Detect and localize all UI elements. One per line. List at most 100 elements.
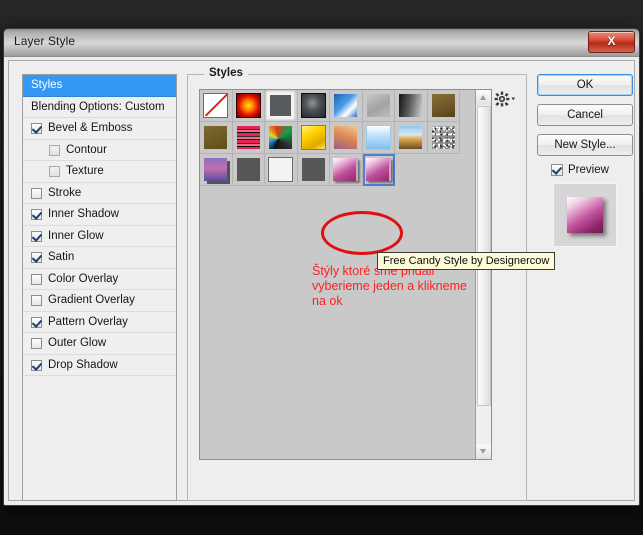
effect-checkbox[interactable] — [31, 230, 42, 242]
style-swatch-dark-emboss[interactable] — [297, 90, 330, 122]
swatch-thumbnail — [300, 125, 326, 150]
effect-checkbox[interactable] — [31, 123, 42, 134]
style-swatch-sky-landscape[interactable] — [395, 122, 428, 154]
style-swatch-red-glow[interactable] — [232, 90, 265, 122]
preview-checkbox-row[interactable]: Preview — [551, 164, 633, 176]
effect-row-inner-glow[interactable]: Inner Glow — [23, 226, 176, 247]
swatch-thumbnail — [366, 94, 390, 117]
swatch-thumbnail — [431, 94, 455, 117]
effect-checkbox[interactable] — [31, 359, 42, 371]
style-swatch-white-outline[interactable] — [265, 154, 298, 186]
style-swatch-candy-pink-1[interactable] — [330, 154, 363, 186]
swatch-thumbnail — [267, 92, 295, 119]
style-swatch-candy-pink-2[interactable] — [362, 154, 395, 186]
dialog-titlebar[interactable]: Layer Style X — [4, 29, 639, 57]
close-icon[interactable]: X — [588, 31, 635, 53]
effect-row-outer-glow[interactable]: Outer Glow — [23, 333, 176, 355]
swatch-thumbnail — [269, 126, 293, 149]
style-swatch-blue-gloss[interactable] — [330, 90, 363, 122]
effect-checkbox[interactable] — [31, 273, 42, 285]
effect-row-color-overlay[interactable]: Color Overlay — [23, 269, 176, 290]
effect-label: Bevel & Emboss — [48, 122, 133, 134]
styles-swatch-grid[interactable] — [200, 90, 491, 186]
effect-row-drop-shadow[interactable]: Drop Shadow — [23, 355, 176, 376]
swatch-thumbnail — [235, 93, 261, 118]
effect-label: Texture — [66, 165, 104, 177]
effect-checkbox[interactable] — [31, 187, 42, 199]
styles-group-label: Styles — [204, 67, 248, 79]
swatch-thumbnail — [300, 93, 326, 118]
style-swatch-tan-gradient[interactable] — [330, 122, 363, 154]
effect-row-blending-options-custom[interactable]: Blending Options: Custom — [23, 97, 176, 118]
style-swatch-dark-gray[interactable] — [232, 154, 265, 186]
effect-row-gradient-overlay[interactable]: Gradient Overlay — [23, 290, 176, 312]
style-swatch-gray-glow[interactable] — [265, 90, 298, 122]
swatch-thumbnail — [365, 158, 391, 181]
preview-checkbox[interactable] — [551, 164, 563, 176]
annotation-note: Štýly ktoré sme pridali vyberieme jeden … — [312, 264, 467, 308]
swatch-thumbnail — [334, 94, 358, 117]
swatch-thumbnail — [204, 126, 228, 149]
style-swatch-purple-block[interactable] — [200, 154, 233, 186]
swatch-thumbnail — [399, 126, 423, 149]
style-swatch-abstract-color[interactable] — [265, 122, 298, 154]
style-swatch-red-stripes[interactable] — [232, 122, 265, 154]
swatch-thumbnail — [365, 125, 391, 150]
cancel-button[interactable]: Cancel — [537, 104, 633, 126]
swatch-thumbnail — [399, 94, 423, 117]
ok-button[interactable]: OK — [537, 74, 633, 96]
swatch-thumbnail — [203, 93, 229, 118]
style-swatch-yellow-gloss[interactable] — [297, 122, 330, 154]
dialog-button-column: OK Cancel New Style... Preview — [537, 74, 633, 247]
scroll-up-arrow-icon[interactable] — [476, 90, 491, 105]
effect-row-texture[interactable]: Texture — [23, 161, 176, 183]
scroll-down-arrow-icon[interactable] — [476, 444, 491, 459]
effect-label: Pattern Overlay — [48, 315, 128, 328]
new-style-button[interactable]: New Style... — [537, 134, 633, 156]
effect-checkbox[interactable] — [49, 166, 60, 177]
style-swatch-light-gray[interactable] — [362, 90, 395, 122]
swatch-thumbnail — [301, 158, 325, 181]
swatch-thumbnail — [204, 158, 228, 181]
effect-label: Drop Shadow — [48, 358, 118, 371]
effect-label: Outer Glow — [48, 337, 107, 349]
effect-row-inner-shadow[interactable]: Inner Shadow — [23, 204, 176, 226]
swatch-tooltip: Free Candy Style by Designercow — [377, 252, 556, 270]
style-swatch-noise-texture[interactable] — [427, 122, 460, 154]
layer-style-dialog: Layer Style X Styles Blending Options: Cu… — [3, 28, 640, 506]
style-swatch-dark-gradient[interactable] — [395, 90, 428, 122]
effect-checkbox[interactable] — [31, 252, 42, 263]
effect-checkbox[interactable] — [49, 144, 60, 156]
preview-label: Preview — [568, 164, 609, 176]
style-swatch-brown[interactable] — [427, 90, 460, 122]
effect-row-satin[interactable]: Satin — [23, 247, 176, 269]
swatch-thumbnail — [236, 126, 260, 149]
effect-checkbox[interactable] — [31, 209, 42, 220]
effect-label: Gradient Overlay — [48, 294, 135, 306]
effect-row-contour[interactable]: Contour — [23, 140, 176, 161]
effect-row-styles[interactable]: Styles — [23, 75, 176, 97]
effect-checkbox[interactable] — [31, 338, 42, 349]
swatch-thumbnail — [268, 157, 294, 182]
effect-label: Inner Glow — [48, 229, 104, 242]
effect-label: Satin — [48, 251, 75, 263]
effect-row-bevel-emboss[interactable]: Bevel & Emboss — [23, 118, 176, 140]
style-swatch-dark-gray-2[interactable] — [297, 154, 330, 186]
effect-label: Stroke — [48, 186, 82, 199]
style-swatch-light-blue[interactable] — [362, 122, 395, 154]
gear-icon[interactable] — [494, 91, 516, 107]
effect-row-stroke[interactable]: Stroke — [23, 183, 176, 204]
style-swatch-olive[interactable] — [200, 122, 233, 154]
style-swatch-none[interactable] — [200, 90, 233, 122]
effect-checkbox[interactable] — [31, 295, 42, 306]
dialog-body: Styles Blending Options: Custom Bevel & Em… — [8, 60, 635, 501]
swatch-thumbnail — [431, 126, 455, 149]
dialog-title: Layer Style — [14, 34, 76, 48]
swatch-thumbnail — [334, 126, 358, 149]
effect-label: Blending Options: Custom — [31, 100, 165, 113]
effect-row-pattern-overlay[interactable]: Pattern Overlay — [23, 312, 176, 333]
effect-checkbox[interactable] — [31, 316, 42, 328]
style-preview-thumbnail — [567, 197, 603, 233]
effect-label: Contour — [66, 143, 107, 156]
effects-list[interactable]: Styles Blending Options: Custom Bevel & Em… — [22, 74, 177, 501]
